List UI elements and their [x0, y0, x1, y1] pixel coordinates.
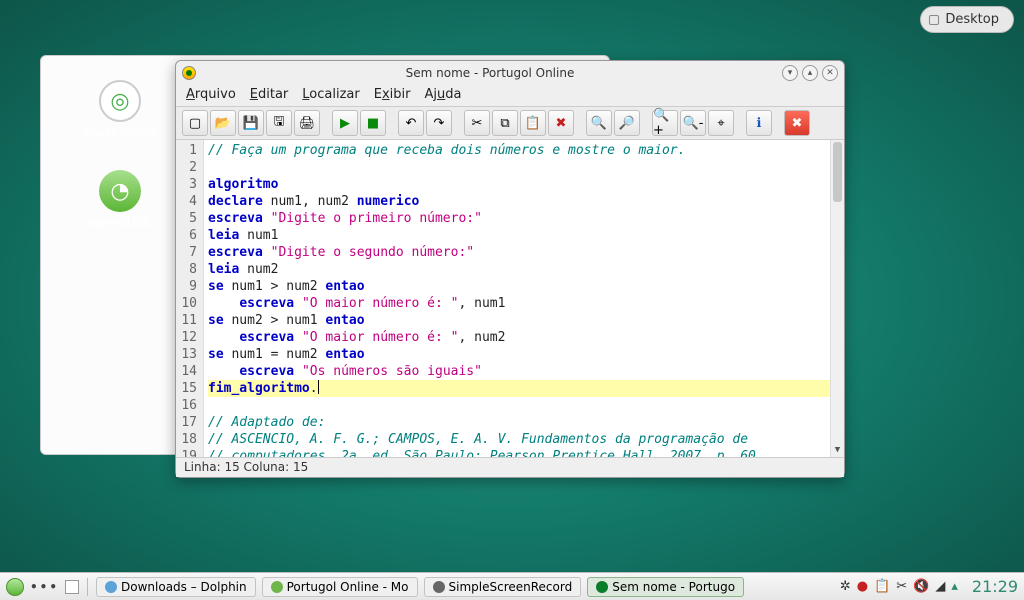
code-line[interactable]: escreva "O maior número é: ", num2 — [208, 329, 840, 346]
task-icon — [105, 581, 117, 593]
desktop-icon-label: openSUSE — [75, 216, 165, 230]
zoom-reset-button[interactable]: ⌖ — [708, 110, 734, 136]
code-line[interactable]: se num1 > num2 entao — [208, 278, 840, 295]
stop-button[interactable]: ■ — [360, 110, 386, 136]
task-icon — [433, 581, 445, 593]
menu-ajuda[interactable]: Ajuda — [424, 87, 461, 102]
code-line[interactable]: escreva "O maior número é: ", num1 — [208, 295, 840, 312]
network-icon[interactable]: ◢ — [935, 579, 945, 594]
task-label: Downloads – Dolphin — [121, 580, 247, 594]
delete-button[interactable]: ✖ — [548, 110, 574, 136]
taskbar-task[interactable]: Sem nome - Portugo — [587, 577, 744, 597]
vertical-scrollbar[interactable]: ▲ ▼ — [830, 140, 844, 457]
expand-tray-icon[interactable]: ▴ — [951, 579, 958, 594]
code-line[interactable]: escreva "Digite o segundo número:" — [208, 244, 840, 261]
code-line[interactable]: // ASCENCIO, A. F. G.; CAMPOS, E. A. V. … — [208, 431, 840, 448]
scrollbar-thumb[interactable] — [833, 142, 842, 202]
code-line[interactable]: fim_algoritmo. — [208, 380, 840, 397]
volume-icon[interactable]: 🔇 — [913, 579, 929, 594]
taskbar-task[interactable]: Downloads – Dolphin — [96, 577, 256, 597]
line-gutter: 12345678910111213141516171819 — [176, 140, 204, 457]
scroll-down-icon[interactable]: ▼ — [831, 443, 844, 457]
desktop-icon-opensuse[interactable]: ◔ openSUSE — [75, 170, 165, 230]
app-icon — [182, 66, 196, 80]
desktop-icon-help[interactable]: ◎ Ajuda online — [75, 80, 165, 140]
menubar: Arquivo Editar Localizar Exibir Ajuda — [176, 85, 844, 106]
menu-arquivo[interactable]: Arquivo — [186, 87, 236, 102]
menu-localizar[interactable]: Localizar — [302, 87, 359, 102]
app-window: Sem nome - Portugol Online ▾ ▴ ✕ Arquivo… — [175, 60, 845, 478]
maximize-button[interactable]: ▴ — [802, 65, 818, 81]
task-list: Downloads – Dolphin Portugol Online - Mo S… — [96, 577, 744, 597]
cut-button[interactable]: ✂ — [464, 110, 490, 136]
tools-icon[interactable]: ✂ — [896, 579, 907, 594]
save-button[interactable]: 💾 — [238, 110, 264, 136]
open-button[interactable]: 📂 — [210, 110, 236, 136]
task-icon — [271, 581, 283, 593]
run-button[interactable]: ▶ — [332, 110, 358, 136]
code-line[interactable]: escreva "Os números são iguais" — [208, 363, 840, 380]
menu-editar[interactable]: Editar — [250, 87, 289, 102]
desktop-switcher[interactable]: Desktop — [920, 6, 1014, 33]
clock[interactable]: 21:29 — [972, 577, 1018, 596]
find-next-button[interactable]: 🔎 — [614, 110, 640, 136]
task-label: Portugol Online - Mo — [287, 580, 409, 594]
toolbar: ▢📂💾🖫🖨▶■↶↷✂⧉📋✖🔍🔎🔍+🔍-⌖ℹ✖ — [176, 106, 844, 140]
code-line[interactable]: leia num1 — [208, 227, 840, 244]
task-label: SimpleScreenRecord — [449, 580, 573, 594]
find-button[interactable]: 🔍 — [586, 110, 612, 136]
print-button[interactable]: 🖨 — [294, 110, 320, 136]
record-icon[interactable]: ● — [857, 579, 868, 594]
code-area[interactable]: // Faça um programa que receba dois núme… — [204, 140, 844, 457]
code-line[interactable] — [208, 159, 840, 176]
taskbar: ••• Downloads – Dolphin Portugol Online -… — [0, 572, 1024, 600]
save-as-button[interactable]: 🖫 — [266, 110, 292, 136]
titlebar[interactable]: Sem nome - Portugol Online ▾ ▴ ✕ — [176, 61, 844, 85]
settings-icon[interactable]: ✲ — [840, 579, 851, 594]
code-line[interactable]: leia num2 — [208, 261, 840, 278]
redo-button[interactable]: ↷ — [426, 110, 452, 136]
status-text: Linha: 15 Coluna: 15 — [184, 460, 308, 474]
system-tray: ✲ ● 📋 ✂ 🔇 ◢ ▴ 21:29 — [840, 577, 1018, 596]
window-title: Sem nome - Portugol Online — [202, 66, 778, 80]
code-line[interactable]: algoritmo — [208, 176, 840, 193]
statusbar: Linha: 15 Coluna: 15 — [176, 457, 844, 477]
clipboard-icon[interactable]: 📋 — [874, 579, 890, 594]
copy-button[interactable]: ⧉ — [492, 110, 518, 136]
opensuse-icon: ◔ — [99, 170, 141, 212]
code-line[interactable]: declare num1, num2 numerico — [208, 193, 840, 210]
desktop-icon-label: Ajuda online — [75, 126, 165, 140]
taskbar-task[interactable]: SimpleScreenRecord — [424, 577, 582, 597]
code-line[interactable]: escreva "Digite o primeiro número:" — [208, 210, 840, 227]
separator — [87, 578, 88, 596]
close-button[interactable]: ✕ — [822, 65, 838, 81]
new-button[interactable]: ▢ — [182, 110, 208, 136]
task-icon — [596, 581, 608, 593]
task-label: Sem nome - Portugo — [612, 580, 735, 594]
code-line[interactable]: // Adaptado de: — [208, 414, 840, 431]
lifebuoy-icon: ◎ — [99, 80, 141, 122]
start-button[interactable] — [6, 578, 24, 596]
desktop-switcher-label: Desktop — [945, 12, 999, 27]
code-line[interactable]: se num1 = num2 entao — [208, 346, 840, 363]
zoom-in-button[interactable]: 🔍+ — [652, 110, 678, 136]
code-line[interactable]: // Faça um programa que receba dois núme… — [208, 142, 840, 159]
code-line[interactable]: // computadores. 2a. ed. São Paulo: Pear… — [208, 448, 840, 457]
close-button[interactable]: ✖ — [784, 110, 810, 136]
minimize-button[interactable]: ▾ — [782, 65, 798, 81]
paste-button[interactable]: 📋 — [520, 110, 546, 136]
show-desktop-button[interactable] — [65, 580, 79, 594]
about-button[interactable]: ℹ — [746, 110, 772, 136]
menu-exibir[interactable]: Exibir — [374, 87, 411, 102]
code-line[interactable] — [208, 397, 840, 414]
code-editor[interactable]: 12345678910111213141516171819 // Faça um… — [176, 140, 844, 457]
taskbar-task[interactable]: Portugol Online - Mo — [262, 577, 418, 597]
undo-button[interactable]: ↶ — [398, 110, 424, 136]
code-line[interactable]: se num2 > num1 entao — [208, 312, 840, 329]
zoom-out-button[interactable]: 🔍- — [680, 110, 706, 136]
activities-icon[interactable]: ••• — [30, 580, 59, 594]
